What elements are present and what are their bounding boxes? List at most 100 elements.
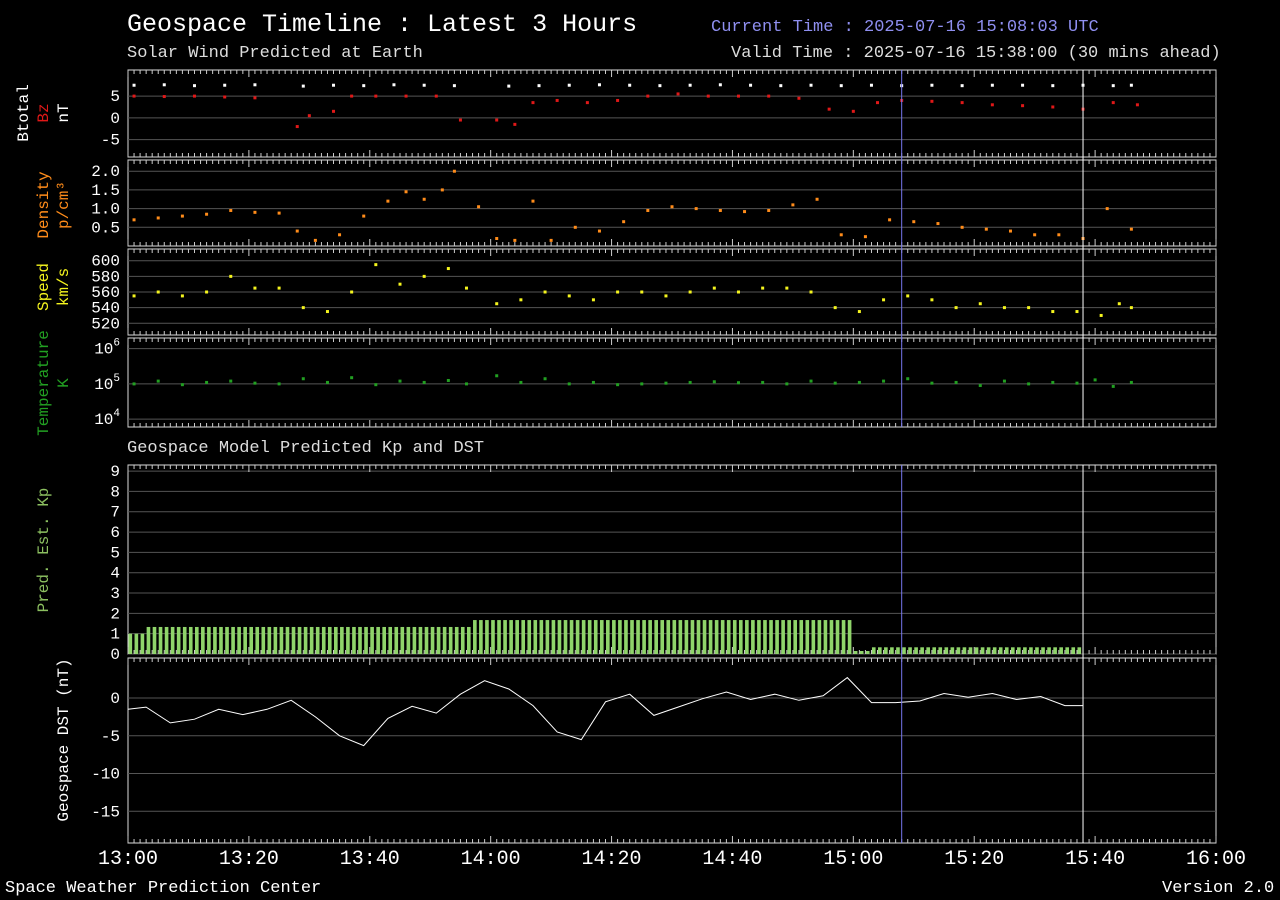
kp-bar: [219, 626, 223, 654]
kp-bar: [303, 626, 308, 654]
data-point-temperature: [519, 380, 523, 384]
data-point-temperature: [930, 381, 934, 385]
data-point-temperature: [229, 379, 233, 383]
kp-bar: [599, 620, 604, 654]
data-point-temperature: [809, 379, 813, 383]
data-point-speed: [857, 310, 861, 314]
data-point-speed: [374, 263, 378, 267]
data-point-speed: [543, 290, 547, 294]
kp-bar: [823, 620, 828, 654]
data-point-bz: [434, 94, 438, 98]
kp-bar: [914, 647, 918, 654]
data-point-btotal: [839, 84, 843, 88]
data-point-density: [313, 238, 317, 242]
data-point-speed: [1051, 310, 1055, 314]
kp-bar: [164, 626, 169, 654]
kp-bar: [587, 620, 592, 654]
data-point-density: [984, 227, 988, 231]
data-point-btotal: [362, 84, 366, 88]
data-point-bz: [531, 101, 535, 105]
data-point-temperature: [1111, 384, 1115, 388]
data-point-density: [253, 210, 257, 214]
kp-bar: [726, 620, 731, 654]
kp-bar: [575, 620, 580, 654]
data-point-bz: [132, 94, 136, 98]
y-axis-label-nt: nT: [55, 103, 73, 122]
data-point-density: [477, 205, 481, 209]
kp-bar: [545, 620, 550, 654]
data-point-speed: [301, 306, 305, 310]
y-tick-label: 105: [94, 373, 120, 394]
kp-bar: [207, 626, 211, 654]
x-tick-label: 15:40: [1065, 848, 1125, 871]
data-point-btotal: [537, 84, 541, 88]
data-point-bz: [1021, 104, 1025, 108]
kp-bar: [793, 620, 798, 654]
kp-bar: [515, 620, 519, 654]
kp-bar: [394, 626, 399, 654]
kp-bar: [950, 647, 955, 654]
kp-bar: [352, 626, 356, 654]
y-tick-label: 520: [91, 315, 120, 333]
kp-bar: [932, 647, 937, 654]
data-point-density: [791, 203, 795, 207]
kp-bar: [624, 620, 628, 654]
kp-bar: [859, 651, 864, 654]
data-point-temperature: [1075, 381, 1079, 385]
kp-bar: [497, 620, 501, 654]
data-point-density: [1129, 227, 1133, 231]
data-point-temperature: [422, 380, 426, 384]
data-point-bz: [295, 125, 299, 129]
kp-bar: [273, 626, 278, 654]
data-point-density: [1008, 229, 1012, 233]
data-point-bz: [930, 99, 934, 103]
data-point-temperature: [543, 377, 547, 381]
data-point-btotal: [162, 83, 166, 87]
data-point-speed: [205, 290, 209, 294]
y-tick-label: 2.0: [91, 163, 120, 181]
data-point-bz: [1111, 101, 1115, 105]
kp-bar: [291, 626, 296, 654]
kp-bar: [182, 626, 187, 654]
y-tick-label: 1.5: [91, 182, 120, 200]
y-tick-label: 3: [110, 585, 120, 603]
kp-bar: [835, 620, 840, 654]
kp-bar: [346, 626, 350, 654]
data-point-speed: [180, 294, 184, 298]
kp-bar: [1004, 647, 1009, 654]
kp-bar: [847, 620, 852, 654]
kp-bar: [237, 626, 241, 654]
data-point-temperature: [277, 382, 281, 386]
data-point-btotal: [658, 84, 662, 88]
data-point-speed: [495, 302, 499, 306]
kp-bar: [454, 626, 459, 654]
kp-bar: [128, 633, 133, 654]
data-point-density: [670, 205, 674, 209]
data-point-btotal: [869, 83, 873, 87]
kp-bar: [805, 620, 810, 654]
data-point-density: [936, 222, 940, 226]
kp-bar: [473, 620, 477, 654]
kp-bar: [533, 620, 538, 654]
data-point-temperature: [495, 374, 499, 378]
data-point-btotal: [392, 83, 396, 87]
kp-bar: [279, 626, 284, 654]
data-point-speed: [664, 294, 668, 298]
y-axis-label-speed-unit: km/s: [55, 268, 73, 306]
data-point-btotal: [990, 83, 994, 87]
kp-bar: [884, 647, 888, 654]
data-point-btotal: [960, 84, 964, 88]
kp-bar: [799, 620, 804, 654]
data-point-speed: [1129, 306, 1133, 310]
data-point-temperature: [132, 382, 136, 386]
kp-bar: [412, 626, 417, 654]
kp-bar: [684, 620, 689, 654]
y-axis-label-kp: Pred. Est. Kp: [35, 488, 53, 613]
kp-bar: [485, 620, 489, 654]
data-point-temperature: [398, 379, 402, 383]
footer-version: Version 2.0: [1162, 879, 1275, 898]
y-tick-label: 6: [110, 524, 120, 542]
kp-bar: [678, 620, 683, 654]
data-point-temperature: [325, 380, 329, 384]
kp-bar: [140, 633, 145, 654]
